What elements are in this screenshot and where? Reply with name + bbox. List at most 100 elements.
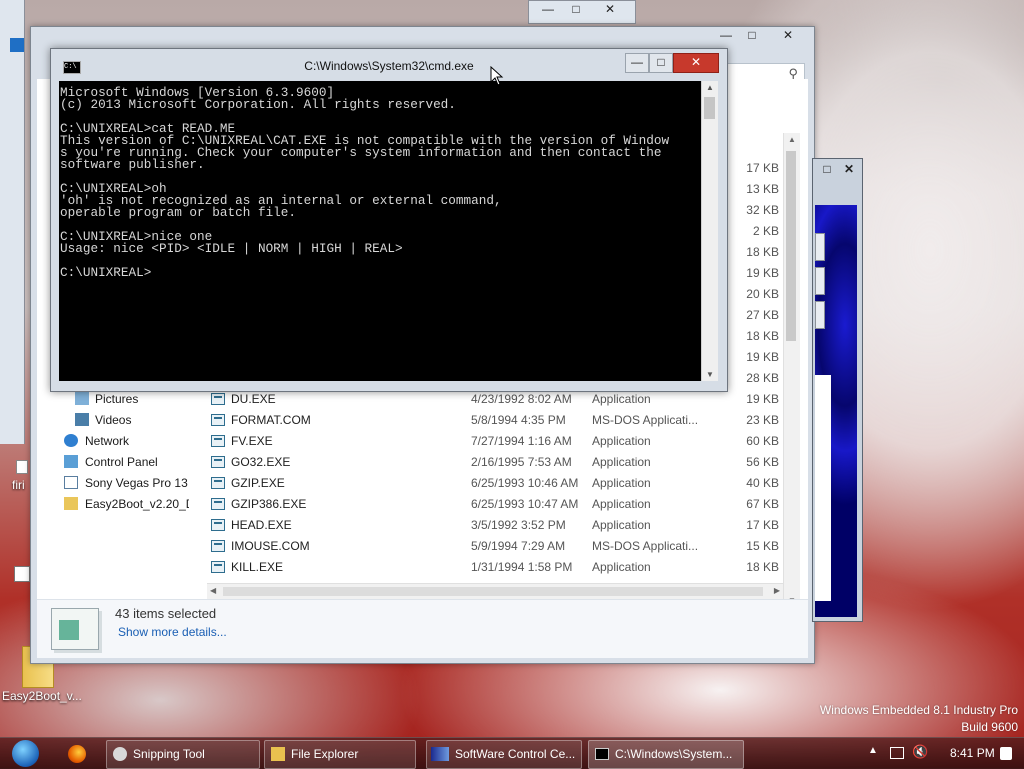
nav-item-label: Control Panel <box>85 455 158 469</box>
blue-pattern-panel <box>815 205 857 617</box>
file-size: 67 KB <box>746 497 779 511</box>
file-date: 6/25/1993 10:46 AM <box>471 476 579 490</box>
close-button[interactable]: ✕ <box>673 53 719 73</box>
file-row-fv[interactable]: FV.EXE 7/27/1994 1:16 AM Application 60 … <box>207 431 787 452</box>
nav-item-label: Sony Vegas Pro 13 <box>85 476 188 490</box>
minimize-button[interactable]: — <box>715 27 737 45</box>
maximize-button[interactable]: □ <box>741 27 763 45</box>
scrollbar-thumb[interactable] <box>223 587 763 596</box>
control-center-window: □ ✕ <box>812 158 863 622</box>
os-watermark: Windows Embedded 8.1 Industry Pro Build … <box>820 702 1018 736</box>
nav-item-network[interactable]: Network <box>37 431 187 451</box>
scroll-up-arrow[interactable]: ▲ <box>788 135 796 144</box>
file-size: 19 KB <box>746 392 779 406</box>
cmd-titlebar[interactable]: C:\ C:\Windows\System32\cmd.exe — □ ✕ <box>51 49 727 79</box>
file-size: 17 KB <box>746 518 779 532</box>
file-size: 17 KB <box>746 161 779 175</box>
nav-item-pictures[interactable]: Pictures <box>37 389 187 409</box>
file-row-gzip[interactable]: GZIP.EXE 6/25/1993 10:46 AM Application … <box>207 473 787 494</box>
file-size: 60 KB <box>746 434 779 448</box>
desktop-icon-small[interactable] <box>14 566 30 582</box>
file-type: Application <box>592 392 651 406</box>
console-line: software publisher. <box>60 157 205 172</box>
file-row-format[interactable]: FORMAT.COM 5/8/1994 4:35 PM MS-DOS Appli… <box>207 410 787 431</box>
application-icon <box>211 561 225 573</box>
scroll-right-arrow[interactable]: ▶ <box>774 586 780 595</box>
scrollbar-thumb[interactable] <box>786 151 796 341</box>
file-date: 6/25/1993 10:47 AM <box>471 497 579 511</box>
volume-muted-icon[interactable]: 🔇 <box>912 744 928 760</box>
file-row-go32[interactable]: GO32.EXE 2/16/1995 7:53 AM Application 5… <box>207 452 787 473</box>
file-row-gzip386[interactable]: GZIP386.EXE 6/25/1993 10:47 AM Applicati… <box>207 494 787 515</box>
close-button[interactable]: ✕ <box>773 27 803 45</box>
maximize-button[interactable]: □ <box>565 1 587 19</box>
mouse-cursor-icon <box>490 66 504 86</box>
network-icon <box>64 434 78 447</box>
file-size: 32 KB <box>746 203 779 217</box>
scroll-left-arrow[interactable]: ◀ <box>210 586 216 595</box>
nav-item-control-panel[interactable]: Control Panel <box>37 452 187 472</box>
network-icon[interactable] <box>890 747 904 759</box>
panel-button[interactable] <box>815 233 825 261</box>
vertical-scrollbar[interactable]: ▲ ▼ <box>783 133 800 607</box>
maximize-button[interactable]: □ <box>817 161 837 179</box>
file-type: Application <box>592 455 651 469</box>
horizontal-scrollbar[interactable]: ◀ ▶ <box>207 583 783 600</box>
taskbar-button-file-explorer[interactable]: File Explorer <box>264 740 416 769</box>
file-type: Application <box>592 560 651 574</box>
file-size: 19 KB <box>746 350 779 364</box>
console-output[interactable]: Microsoft Windows [Version 6.3.9600] (c)… <box>59 81 701 381</box>
file-size: 13 KB <box>746 182 779 196</box>
start-button[interactable] <box>8 739 44 768</box>
show-hidden-icons-chevron[interactable]: ▲ <box>868 745 878 756</box>
cmd-window: C:\ C:\Windows\System32\cmd.exe — □ ✕ Mi… <box>50 48 728 392</box>
taskbar-clock[interactable]: 8:41 PM <box>950 746 995 760</box>
background-window-top: — □ ✕ <box>528 0 636 24</box>
console-line: operable program or batch file. <box>60 205 297 220</box>
file-row-du[interactable]: DU.EXE 4/23/1992 8:02 AM Application 19 … <box>207 389 787 410</box>
application-icon <box>211 414 225 426</box>
panel-button[interactable] <box>815 267 825 295</box>
maximize-button[interactable]: □ <box>649 53 673 73</box>
file-size: 19 KB <box>746 266 779 280</box>
file-size: 56 KB <box>746 455 779 469</box>
scroll-up-arrow[interactable]: ▲ <box>706 83 714 92</box>
pictures-icon <box>75 392 89 405</box>
file-type: Application <box>592 476 651 490</box>
firefox-button[interactable] <box>62 741 92 767</box>
application-icon <box>211 519 225 531</box>
desktop-icon-label: Easy2Boot_v... <box>2 689 82 703</box>
minimize-button[interactable]: — <box>537 1 559 19</box>
desktop-icon-left[interactable]: firi <box>0 458 28 498</box>
close-button[interactable]: ✕ <box>839 161 859 179</box>
notification-icon[interactable] <box>1000 747 1012 760</box>
application-icon <box>211 393 225 405</box>
videos-icon <box>75 413 89 426</box>
nav-item-label: Network <box>85 434 130 448</box>
watermark-build: Build 9600 <box>961 720 1018 734</box>
file-name: KILL.EXE <box>231 560 284 574</box>
cmd-scrollbar[interactable]: ▲ ▼ <box>701 81 718 381</box>
background-window-left-edge <box>0 0 25 444</box>
taskbar-button-cmd[interactable]: C:\Windows\System... <box>588 740 744 769</box>
file-row-imouse[interactable]: IMOUSE.COM 5/9/1994 7:29 AM MS-DOS Appli… <box>207 536 787 557</box>
nav-item-videos[interactable]: Videos <box>37 410 187 430</box>
file-row-head[interactable]: HEAD.EXE 3/5/1992 3:52 PM Application 17… <box>207 515 787 536</box>
file-size: 15 KB <box>746 539 779 553</box>
minimize-button[interactable]: — <box>625 53 649 73</box>
close-button[interactable]: ✕ <box>595 1 625 19</box>
taskbar-button-snipping-tool[interactable]: Snipping Tool <box>106 740 260 769</box>
file-row-kill[interactable]: KILL.EXE 1/31/1994 1:58 PM Application 1… <box>207 557 787 578</box>
scrollbar-thumb[interactable] <box>704 97 715 119</box>
nav-item-easy2boot[interactable]: Easy2Boot_v2.20_DP <box>37 494 189 514</box>
file-date: 7/27/1994 1:16 AM <box>471 434 572 448</box>
window-icon <box>10 38 24 52</box>
application-icon <box>211 435 225 447</box>
nav-item-label: Pictures <box>95 392 139 406</box>
panel-button[interactable] <box>815 301 825 329</box>
show-more-details-link[interactable]: Show more details... <box>118 625 227 639</box>
taskbar-button-software-control-center[interactable]: SoftWare Control Ce... <box>426 740 582 769</box>
scroll-down-arrow[interactable]: ▼ <box>706 370 714 379</box>
file-size: 23 KB <box>746 413 779 427</box>
nav-item-sony-vegas[interactable]: Sony Vegas Pro 13 <box>37 473 188 493</box>
